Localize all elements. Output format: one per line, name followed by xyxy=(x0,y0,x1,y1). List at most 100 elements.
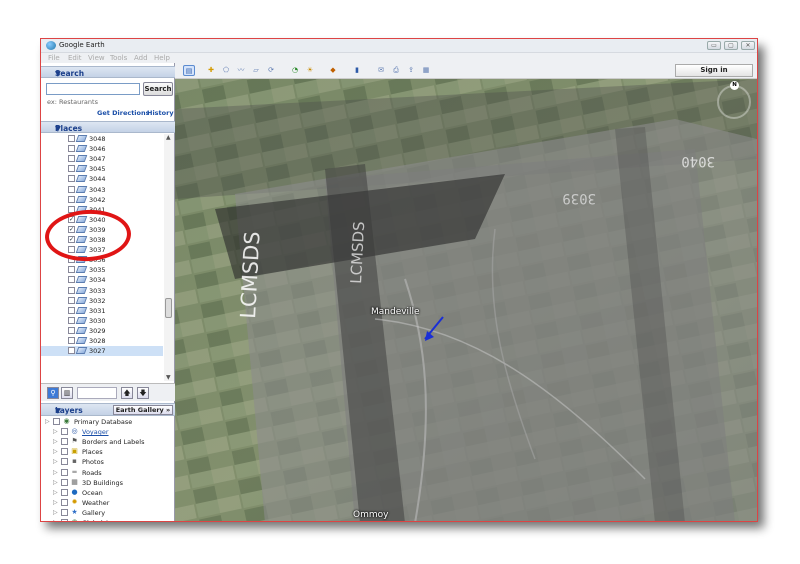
place-checkbox[interactable] xyxy=(68,286,75,294)
place-item-3033[interactable]: 3033 xyxy=(41,286,163,296)
place-item-3032[interactable]: 3032 xyxy=(41,296,163,306)
menu-add[interactable]: Add xyxy=(134,54,148,62)
layer-item[interactable]: ▷ ✹ Weather xyxy=(41,498,175,508)
place-checkbox[interactable] xyxy=(68,326,75,334)
minimize-button[interactable]: ▭ xyxy=(707,41,721,50)
view-in-maps-icon[interactable]: ▦ xyxy=(420,65,432,76)
earth-gallery-button[interactable]: Earth Gallery » xyxy=(113,405,173,415)
record-tour-icon[interactable]: ⟳ xyxy=(265,65,277,76)
layer-item[interactable]: ▷ ◉ Primary Database xyxy=(41,417,175,427)
history-link[interactable]: History xyxy=(147,109,174,117)
scrollbar-thumb[interactable] xyxy=(165,298,172,318)
layer-checkbox[interactable] xyxy=(61,468,68,476)
image-overlay-icon[interactable]: ▱ xyxy=(250,65,262,76)
navigation-compass-ring[interactable] xyxy=(717,85,751,119)
historical-imagery-icon[interactable]: ◔ xyxy=(289,65,301,76)
place-checkbox[interactable] xyxy=(68,306,75,314)
places-panel-header[interactable]: ▼ Places xyxy=(41,121,175,133)
layer-checkbox[interactable] xyxy=(61,428,68,436)
layer-checkbox[interactable] xyxy=(61,458,68,466)
layer-checkbox[interactable] xyxy=(61,448,68,456)
close-button[interactable]: ✕ xyxy=(741,41,755,50)
layer-checkbox[interactable] xyxy=(61,508,68,516)
places-filter-field[interactable] xyxy=(77,387,117,399)
expand-arrow-icon[interactable]: ▷ xyxy=(53,519,58,521)
place-item-3044[interactable]: 3044 xyxy=(41,174,163,184)
scroll-up-icon[interactable]: ▲ xyxy=(166,134,171,141)
placemark-icon[interactable]: ✚ xyxy=(205,65,217,76)
layer-item[interactable]: ▷ ● Ocean xyxy=(41,488,175,498)
expand-arrow-icon[interactable]: ▷ xyxy=(53,428,58,435)
place-item-3034[interactable]: 3034 xyxy=(41,275,163,285)
menu-view[interactable]: View xyxy=(88,54,105,62)
layer-item[interactable]: ▷ ═ Roads xyxy=(41,468,175,478)
place-checkbox[interactable] xyxy=(68,155,75,163)
place-checkbox[interactable] xyxy=(68,175,75,183)
sunlight-icon[interactable]: ☀ xyxy=(304,65,316,76)
places-scrollbar[interactable]: ▲ ▼ xyxy=(164,134,174,381)
layer-item[interactable]: ▷ ▪ Photos xyxy=(41,457,175,467)
place-checkbox[interactable] xyxy=(68,135,75,142)
place-item-3035[interactable]: 3035 xyxy=(41,265,163,275)
place-checkbox[interactable] xyxy=(68,316,75,324)
layer-checkbox[interactable] xyxy=(61,488,68,496)
place-checkbox[interactable] xyxy=(68,145,75,153)
layer-item[interactable]: ▷ ◎ Voyager xyxy=(41,427,175,437)
expand-arrow-icon[interactable]: ▷ xyxy=(53,499,58,506)
expand-arrow-icon[interactable]: ▷ xyxy=(45,418,50,425)
compass-north-icon[interactable]: N xyxy=(730,81,739,90)
place-item-3048[interactable]: 3048 xyxy=(41,134,163,144)
place-item-3028[interactable]: 3028 xyxy=(41,336,163,346)
sidebar-toggle-icon[interactable]: ▤ xyxy=(183,65,195,76)
path-icon[interactable]: 〰 xyxy=(235,65,247,76)
save-image-icon[interactable]: ⇪ xyxy=(405,65,417,76)
email-icon[interactable]: ✉ xyxy=(375,65,387,76)
expand-arrow-icon[interactable]: ▷ xyxy=(53,448,58,455)
expand-arrow-icon[interactable]: ▷ xyxy=(53,458,58,465)
switch-planets-icon[interactable]: ◆ xyxy=(327,65,339,76)
map-view[interactable]: LCMSDS LCMSDS 3039 3040 Mandeville Ommoy… xyxy=(175,79,757,521)
place-checkbox[interactable] xyxy=(68,276,75,284)
place-item-3031[interactable]: 3031 xyxy=(41,306,163,316)
place-item-3045[interactable]: 3045 xyxy=(41,164,163,174)
place-checkbox[interactable] xyxy=(68,296,75,304)
layer-item[interactable]: ▷ ▣ Places xyxy=(41,447,175,457)
layer-checkbox[interactable] xyxy=(53,418,60,425)
search-input[interactable] xyxy=(46,83,140,95)
maximize-button[interactable]: ▢ xyxy=(724,41,738,50)
place-checkbox[interactable] xyxy=(68,347,75,355)
layer-item[interactable]: ▷ ◉ Global Awareness xyxy=(41,518,175,521)
menu-edit[interactable]: Edit xyxy=(68,54,82,62)
place-checkbox[interactable] xyxy=(68,337,75,344)
layer-checkbox[interactable] xyxy=(61,498,68,506)
layer-item[interactable]: ▷ ▦ 3D Buildings xyxy=(41,478,175,488)
layer-item[interactable]: ▷ ★ Gallery xyxy=(41,508,175,518)
print-icon[interactable]: ⎙ xyxy=(390,65,402,76)
place-label-ommoy[interactable]: Ommoy xyxy=(353,510,388,520)
layer-checkbox[interactable] xyxy=(61,478,68,486)
layer-checkbox[interactable] xyxy=(61,438,68,446)
place-item-3047[interactable]: 3047 xyxy=(41,154,163,164)
place-item-3046[interactable]: 3046 xyxy=(41,144,163,154)
menu-tools[interactable]: Tools xyxy=(110,54,127,62)
layer-item[interactable]: ▷ ⚑ Borders and Labels xyxy=(41,437,175,447)
expand-arrow-icon[interactable]: ▷ xyxy=(53,489,58,496)
layers-panel-header[interactable]: ▼ Layers Earth Gallery » xyxy=(41,403,175,416)
expand-arrow-icon[interactable]: ▷ xyxy=(53,469,58,476)
place-checkbox[interactable] xyxy=(68,185,75,193)
place-item-3029[interactable]: 3029 xyxy=(41,326,163,336)
place-item-3042[interactable]: 3042 xyxy=(41,195,163,205)
menu-file[interactable]: File xyxy=(48,54,60,62)
layer-checkbox[interactable] xyxy=(61,519,68,521)
menu-help[interactable]: Help xyxy=(154,54,170,62)
expand-arrow-icon[interactable]: ▷ xyxy=(53,438,58,445)
place-item-3027[interactable]: 3027 xyxy=(41,346,163,357)
place-label-mandeville[interactable]: Mandeville xyxy=(371,307,420,317)
place-item-3043[interactable]: 3043 xyxy=(41,185,163,195)
layer-item-label[interactable]: Voyager xyxy=(82,428,109,436)
search-panel-header[interactable]: ▼ Search xyxy=(41,66,175,78)
place-checkbox[interactable] xyxy=(68,266,75,274)
expand-arrow-icon[interactable]: ▷ xyxy=(53,509,58,516)
sign-in-button[interactable]: Sign in xyxy=(675,64,753,77)
scroll-down-icon[interactable]: ▼ xyxy=(166,374,171,381)
